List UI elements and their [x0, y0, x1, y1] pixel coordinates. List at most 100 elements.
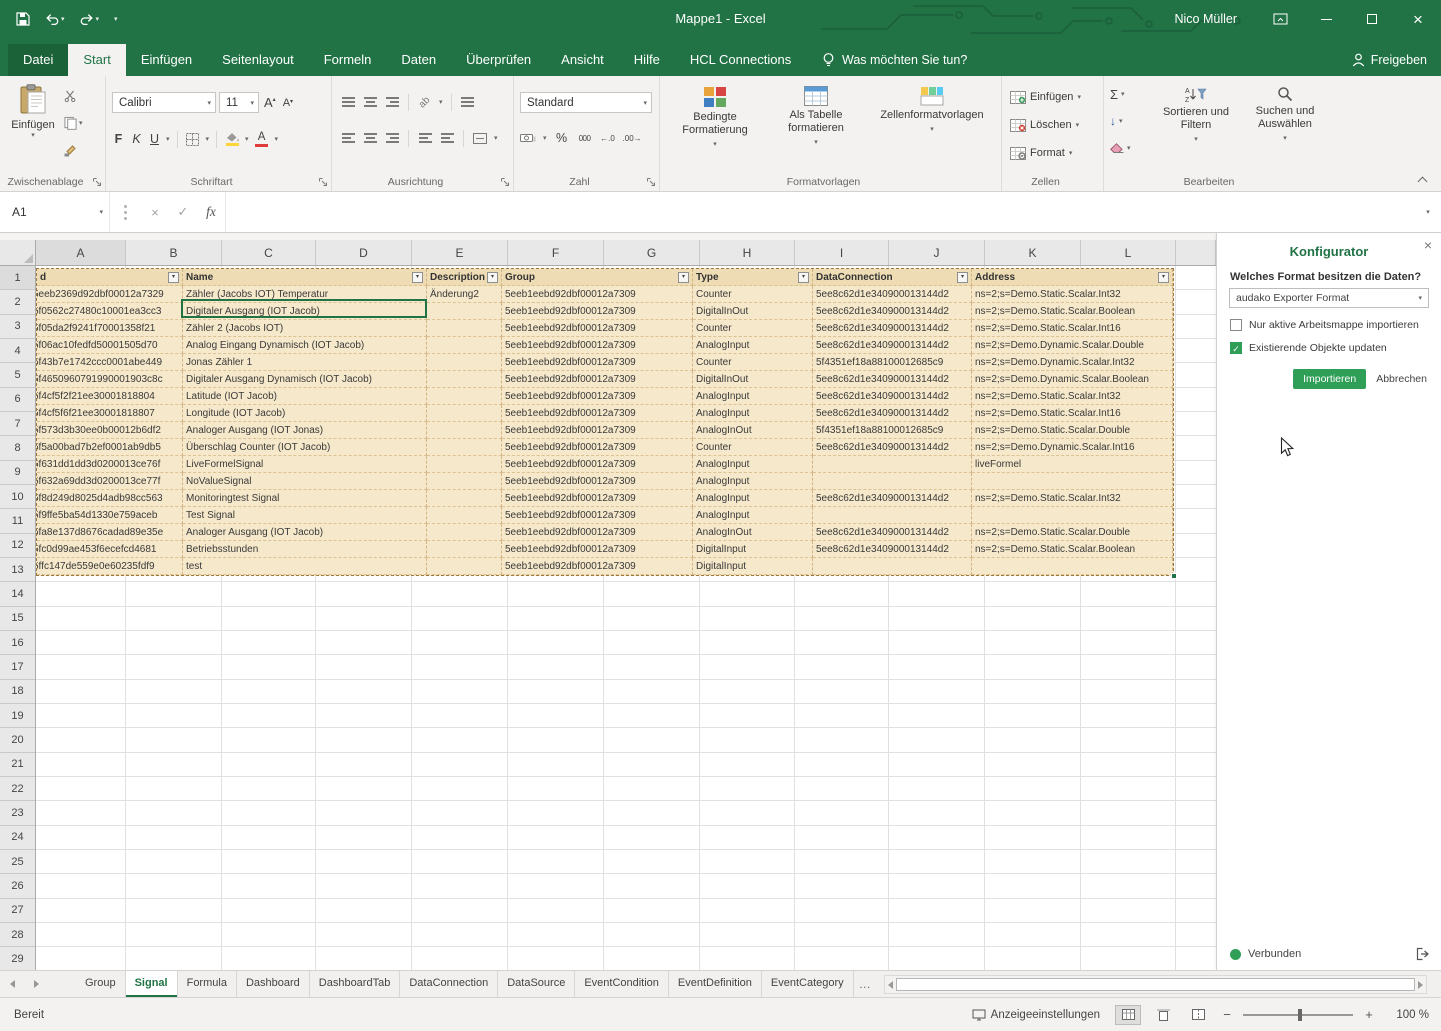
- table-cell[interactable]: 5eeb1eebd92dbf00012a7309: [502, 490, 693, 507]
- maximize-button[interactable]: [1349, 0, 1395, 38]
- table-cell[interactable]: [427, 320, 502, 337]
- table-cell[interactable]: liveFormel: [972, 456, 1173, 473]
- table-cell[interactable]: ns=2;s=Demo.Static.Scalar.Int32: [972, 286, 1173, 303]
- scrollbar-thumb[interactable]: [896, 978, 1415, 991]
- table-cell[interactable]: 5eeb1eebd92dbf00012a7309: [502, 558, 693, 575]
- table-header-dataconnection[interactable]: DataConnection▾: [813, 269, 972, 286]
- table-cell[interactable]: [427, 439, 502, 456]
- underline-button[interactable]: U: [148, 132, 161, 146]
- redo-button[interactable]: ▾: [74, 9, 106, 29]
- sheet-tab-formula[interactable]: Formula: [178, 971, 237, 997]
- fill-color-caret[interactable]: ▾: [245, 135, 249, 143]
- table-cell[interactable]: [427, 405, 502, 422]
- format-cells-button[interactable]: Format ▾: [1010, 142, 1072, 164]
- col-header-J[interactable]: J: [889, 240, 985, 265]
- row-header-28[interactable]: 28: [0, 923, 35, 947]
- import-button[interactable]: Importieren: [1293, 369, 1366, 389]
- increase-decimal-button[interactable]: ←.0: [600, 134, 616, 143]
- ribbon-tab-hilfe[interactable]: Hilfe: [619, 44, 675, 76]
- enter-entry-button[interactable]: ✓: [169, 204, 197, 220]
- table-cell[interactable]: 5ffc147de559e0e60235fdf9: [37, 558, 183, 575]
- table-cell[interactable]: AnalogInput: [693, 405, 813, 422]
- filter-button[interactable]: ▾: [798, 272, 809, 283]
- zoom-in-button[interactable]: +: [1362, 1007, 1376, 1022]
- table-cell[interactable]: 5eeb1eebd92dbf00012a7309: [502, 473, 693, 490]
- table-cell[interactable]: 5f05da2f9241f70001358f21: [37, 320, 183, 337]
- align-bottom-button[interactable]: [384, 97, 400, 107]
- number-format-select[interactable]: Standard▾: [520, 92, 652, 113]
- ribbon-tab-seitenlayout[interactable]: Seitenlayout: [207, 44, 309, 76]
- row-header-16[interactable]: 16: [0, 631, 35, 655]
- sort-filter-button[interactable]: AZ Sortieren und Filtern ▾: [1150, 82, 1242, 146]
- insert-cells-button[interactable]: Einfügen ▾: [1010, 86, 1081, 108]
- table-cell[interactable]: ns=2;s=Demo.Dynamic.Scalar.Int16: [972, 439, 1173, 456]
- table-cell[interactable]: ns=2;s=Demo.Dynamic.Scalar.Double: [972, 337, 1173, 354]
- col-header-F[interactable]: F: [508, 240, 604, 265]
- redo-dropdown-caret[interactable]: ▾: [96, 15, 100, 23]
- format-as-table-button[interactable]: Als Tabelle formatieren ▾: [768, 82, 864, 151]
- table-cell[interactable]: [427, 422, 502, 439]
- ribbon-tab-datei[interactable]: Datei: [8, 44, 68, 76]
- table-cell[interactable]: 5eeb1eebd92dbf00012a7309: [502, 337, 693, 354]
- table-header-d[interactable]: d▾: [37, 269, 183, 286]
- table-cell[interactable]: [427, 558, 502, 575]
- row-header-6[interactable]: 6: [0, 388, 35, 412]
- zoom-slider-thumb[interactable]: [1298, 1009, 1302, 1021]
- fill-button[interactable]: ↓▾: [1110, 111, 1131, 131]
- row-header-21[interactable]: 21: [0, 753, 35, 777]
- table-cell[interactable]: 5eeb1eebd92dbf00012a7309: [502, 524, 693, 541]
- insert-function-button[interactable]: fx: [197, 204, 225, 220]
- row-header-2[interactable]: 2: [0, 290, 35, 314]
- table-cell[interactable]: 5eeb1eebd92dbf00012a7309: [502, 456, 693, 473]
- table-cell[interactable]: 5eeb1eebd92dbf00012a7309: [502, 439, 693, 456]
- table-cell[interactable]: [972, 507, 1173, 524]
- zoom-out-button[interactable]: −: [1220, 1007, 1234, 1022]
- number-dialog-launcher[interactable]: [646, 177, 656, 187]
- filter-button[interactable]: ▾: [1158, 272, 1169, 283]
- filter-button[interactable]: ▾: [168, 272, 179, 283]
- ribbon-tab-hcl-connections[interactable]: HCL Connections: [675, 44, 806, 76]
- underline-caret[interactable]: ▾: [166, 135, 170, 143]
- table-cell[interactable]: LiveFormelSignal: [183, 456, 427, 473]
- row-header-20[interactable]: 20: [0, 728, 35, 752]
- table-cell[interactable]: 5eeb1eebd92dbf00012a7309: [502, 371, 693, 388]
- shrink-font-button[interactable]: A▾: [281, 97, 295, 109]
- row-header-17[interactable]: 17: [0, 655, 35, 679]
- table-cell[interactable]: 5ee8c62d1e340900013144d2: [813, 524, 972, 541]
- cells-region[interactable]: d▾Name▾Description▾Group▾Type▾DataConnec…: [36, 266, 1216, 970]
- table-cell[interactable]: Longitude (IOT Jacob): [183, 405, 427, 422]
- table-cell[interactable]: 5f06ac10fedfd50001505d70: [37, 337, 183, 354]
- col-header-H[interactable]: H: [700, 240, 795, 265]
- table-cell[interactable]: 5ee8c62d1e340900013144d2: [813, 286, 972, 303]
- filter-button[interactable]: ▾: [487, 272, 498, 283]
- update-existing-checkbox[interactable]: ✓ Existierende Objekte updaten: [1230, 342, 1428, 354]
- table-cell[interactable]: Analoger Ausgang (IOT Jacob): [183, 524, 427, 541]
- format-select[interactable]: audako Exporter Format ▾: [1229, 288, 1429, 308]
- table-cell[interactable]: Counter: [693, 439, 813, 456]
- table-cell[interactable]: ns=2;s=Demo.Static.Scalar.Int16: [972, 405, 1173, 422]
- table-cell[interactable]: ns=2;s=Demo.Dynamic.Scalar.Int32: [972, 354, 1173, 371]
- user-name[interactable]: Nico Müller: [1174, 12, 1237, 26]
- table-cell[interactable]: 5ee8c62d1e340900013144d2: [813, 541, 972, 558]
- row-header-23[interactable]: 23: [0, 801, 35, 825]
- table-cell[interactable]: 5ee8c62d1e340900013144d2: [813, 439, 972, 456]
- table-cell[interactable]: 5f573d3b30ee0b00012b6df2: [37, 422, 183, 439]
- table-cell[interactable]: [813, 507, 972, 524]
- table-cell[interactable]: 5fc0d99ae453f6ecefcd4681: [37, 541, 183, 558]
- sheet-tab-eventdefinition[interactable]: EventDefinition: [669, 971, 762, 997]
- font-color-button[interactable]: A: [254, 132, 270, 147]
- italic-button[interactable]: K: [130, 132, 143, 146]
- table-cell[interactable]: 5eeb1eebd92dbf00012a7309: [502, 405, 693, 422]
- table-cell[interactable]: 5ee8c62d1e340900013144d2: [813, 490, 972, 507]
- row-header-26[interactable]: 26: [0, 874, 35, 898]
- table-cell[interactable]: [427, 473, 502, 490]
- row-header-12[interactable]: 12: [0, 534, 35, 558]
- col-header-K[interactable]: K: [985, 240, 1081, 265]
- table-cell[interactable]: [427, 388, 502, 405]
- col-header-D[interactable]: D: [316, 240, 412, 265]
- col-header-E[interactable]: E: [412, 240, 508, 265]
- sheet-tab-eventcategory[interactable]: EventCategory: [762, 971, 854, 997]
- sheet-nav-left[interactable]: [0, 971, 24, 997]
- row-header-14[interactable]: 14: [0, 582, 35, 606]
- ribbon-tab--berpr-fen[interactable]: Überprüfen: [451, 44, 546, 76]
